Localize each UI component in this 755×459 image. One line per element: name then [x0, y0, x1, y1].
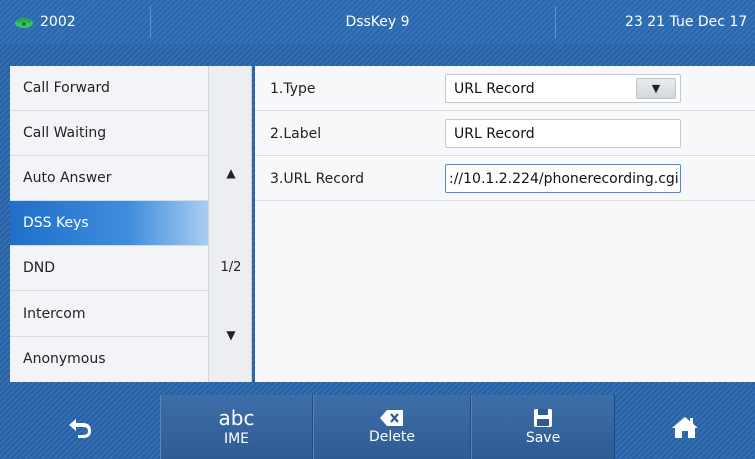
save-label: Save — [525, 430, 561, 446]
home-button[interactable] — [615, 395, 755, 459]
url-record-label: 3.URL Record — [270, 170, 364, 187]
menu-item-label: Call Forward — [23, 80, 110, 97]
ime-button[interactable]: abc IME — [160, 395, 313, 459]
main-area: Call Forward Call Waiting Auto Answer DS… — [0, 44, 755, 389]
menu-item-anonymous[interactable]: Anonymous — [10, 337, 208, 382]
menu-item-intercom[interactable]: Intercom — [10, 291, 208, 337]
clock: 23 21 Tue Dec 17 — [625, 0, 755, 44]
type-select[interactable]: URL Record ▼ — [445, 74, 681, 103]
settings-menu: Call Forward Call Waiting Auto Answer DS… — [10, 66, 208, 382]
save-button[interactable]: Save — [471, 395, 615, 459]
backspace-icon — [380, 410, 403, 426]
setting-row-label: 2.Label URL Record — [255, 111, 755, 156]
type-value: URL Record — [454, 80, 535, 97]
setting-row-url: 3.URL Record ://10.1.2.224/phonerecordin… — [255, 156, 755, 201]
page-up-icon[interactable]: ▲ — [209, 166, 253, 180]
back-arrow-icon — [69, 419, 91, 438]
menu-item-label: DND — [23, 260, 56, 277]
label-label: 2.Label — [270, 125, 322, 142]
type-label: 1.Type — [270, 80, 316, 97]
label-input[interactable]: URL Record — [445, 119, 681, 148]
menu-item-label: Anonymous — [23, 351, 106, 368]
floppy-disk-icon — [534, 409, 552, 427]
back-button[interactable] — [0, 395, 160, 459]
menu-pager: ▲ 1/2 ▼ — [208, 66, 252, 382]
menu-item-auto-answer[interactable]: Auto Answer — [10, 156, 208, 202]
delete-label: Delete — [369, 429, 415, 445]
menu-item-label: DSS Keys — [23, 215, 89, 232]
menu-item-dnd[interactable]: DND — [10, 246, 208, 292]
page-indicator: 1/2 — [220, 260, 242, 275]
home-icon — [672, 417, 698, 438]
url-record-input[interactable]: ://10.1.2.224/phonerecording.cgi — [445, 164, 681, 193]
clock-text: 23 21 Tue Dec 17 — [625, 14, 748, 30]
setting-row-type: 1.Type URL Record ▼ — [255, 66, 755, 111]
menu-item-label: Call Waiting — [23, 125, 107, 142]
page-down-icon[interactable]: ▼ — [209, 328, 253, 342]
dropdown-arrow-icon[interactable]: ▼ — [636, 78, 676, 99]
menu-item-call-forward[interactable]: Call Forward — [10, 66, 208, 112]
delete-button[interactable]: Delete — [313, 395, 471, 459]
menu-item-dss-keys[interactable]: DSS Keys — [10, 201, 208, 247]
menu-item-label: Intercom — [23, 305, 86, 322]
softkey-bar: abc IME Delete Save — [0, 389, 755, 459]
menu-item-call-waiting[interactable]: Call Waiting — [10, 111, 208, 157]
menu-item-label: Auto Answer — [23, 170, 112, 187]
ime-label: IME — [223, 431, 250, 447]
status-divider — [555, 6, 556, 38]
status-bar: 2002 DssKey 9 23 21 Tue Dec 17 — [0, 0, 755, 44]
settings-panel: 1.Type URL Record ▼ 2.Label URL Record 3… — [255, 66, 755, 382]
ime-mode-text: abc — [218, 406, 255, 430]
